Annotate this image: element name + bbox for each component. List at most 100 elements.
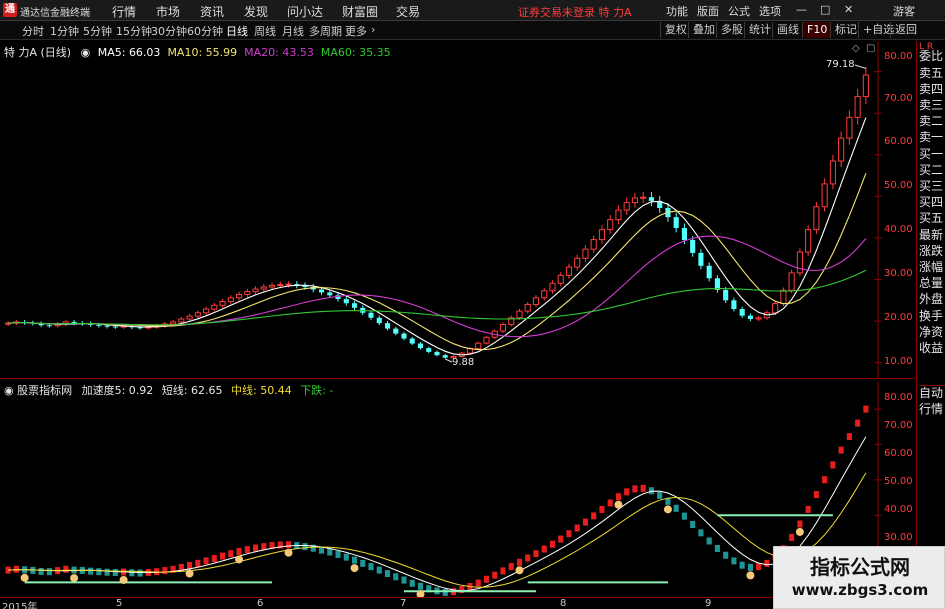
app-logo-icon: 通 [3,3,17,17]
sidebar-item-bid-ratio[interactable]: 委比 [919,49,945,64]
tab-60min[interactable]: 60分钟 [187,23,223,39]
candle-body-down [368,312,374,318]
candle-body-down [739,309,745,316]
indicator-bar-up [764,559,770,567]
menu-discover[interactable]: 发现 [244,3,268,20]
sidebar-item-bid2[interactable]: 买二 [919,163,945,178]
menu-market[interactable]: 市场 [156,3,180,20]
tab-weekly[interactable]: 周线 [254,23,276,39]
candle-body-up [615,209,622,221]
tab-more[interactable]: 更多 [345,23,367,39]
candle-body-up [170,321,177,325]
indicator-bar-up [822,476,828,484]
sidebar-item-earnings[interactable]: 收益 [919,341,945,356]
sidebar-item-ask3[interactable]: 卖三 [919,98,945,113]
tab-1min[interactable]: 1分钟 [50,23,79,39]
overlay-button[interactable]: 叠加 [688,22,719,38]
sidebar-item-volume[interactable]: 总量 [919,276,945,291]
menu-ask[interactable]: 问小达 [287,3,323,20]
indicator-bar-down [327,548,333,556]
menu-quotes[interactable]: 行情 [112,3,136,20]
sidebar-item-last[interactable]: 最新 [919,228,945,243]
candle-body-down [417,343,424,349]
indicator-bar-down [88,567,94,575]
indicator-bar-down [739,561,745,569]
menu-wealth[interactable]: 财富圈 [342,3,378,20]
menu-guest[interactable]: 游客 [893,3,915,19]
settings-dot-icon[interactable]: ◉ [81,46,91,59]
candle-body-up [236,293,243,299]
sidebar-item-ask4[interactable]: 卖四 [919,82,945,97]
sidebar-item-outer[interactable]: 外盘 [919,292,945,307]
tab-multi-period[interactable]: 多周期 [309,23,342,39]
tab-daily[interactable]: 日线 [226,23,248,39]
candle-body-down [96,324,102,326]
indicator-bar-down [343,553,349,561]
mid-line [8,472,867,588]
sidebar-item-ask2[interactable]: 卖二 [919,114,945,129]
indicator-bar-up [640,484,646,492]
indicator-bar-up [244,546,250,554]
indicator-bar-down [376,566,382,574]
sidebar-item-change[interactable]: 涨跌 [919,244,945,259]
buy-signal-icon [350,564,359,573]
sidebar-item-bid3[interactable]: 买三 [919,179,945,194]
menu-trade[interactable]: 交易 [396,3,420,20]
sidebar-item-ask1[interactable]: 卖一 [919,130,945,145]
sidebar-item-bid5[interactable]: 买五 [919,211,945,226]
square-icon[interactable]: ▢ [866,43,875,54]
chevron-right-icon[interactable]: › [371,23,375,36]
mark-button[interactable]: 标记 [830,22,861,38]
indicator-bar-down [731,557,737,565]
menu-function[interactable]: 功能 [666,3,688,19]
tab-15min[interactable]: 15分钟 [116,23,152,39]
price-chart-panel[interactable]: 特 力A (日线) ◉ MA5: 66.03 MA10: 55.99 MA20:… [0,41,915,379]
sidebar-item-quote[interactable]: 行情 [919,402,945,417]
ind-tick-70: 70.00 [884,420,913,431]
high-arrow [854,64,867,69]
tab-timeshare[interactable]: 分时 [22,23,44,39]
menu-bar: 通 通达信金融终端 行情 市场 资讯 发现 问小达 财富圈 交易 证券交易未登录… [0,0,945,21]
tab-5min[interactable]: 5分钟 [83,23,112,39]
indicator-bar-up [632,485,638,493]
buy-signal-icon [515,566,524,575]
sidebar-item-bid1[interactable]: 买一 [919,147,945,162]
period-toolbar: 分时 1分钟 5分钟 15分钟 30分钟 60分钟 日线 周线 月线 多周期 更… [0,21,945,40]
sidebar-item-net-assets[interactable]: 净资 [919,325,945,340]
sidebar-item-turnover[interactable]: 换手 [919,309,945,324]
sidebar-item-ask5[interactable]: 卖五 [919,66,945,81]
diamond-icon[interactable]: ◇ [852,43,860,54]
ma5-line [8,117,867,356]
multi-stock-button[interactable]: 多股 [716,22,747,38]
candle-body-down [731,300,737,310]
ma10-label: MA10: 55.99 [167,46,238,59]
indicator-mid: 中线: 50.44 [231,384,292,397]
menu-options[interactable]: 选项 [759,3,781,19]
indicator-bar-down [657,491,663,499]
back-button[interactable]: 返回 [890,22,921,38]
candle-body-up [524,303,531,312]
candle-body-down [690,240,696,253]
menu-formula[interactable]: 公式 [728,3,750,19]
maximize-icon[interactable]: □ [820,3,830,16]
sidebar-item-bid4[interactable]: 买四 [919,195,945,210]
sidebar-item-change-pct[interactable]: 涨幅 [919,260,945,275]
f10-button[interactable]: F10 [802,22,832,38]
menu-layout[interactable]: 版面 [697,3,719,19]
minimize-icon[interactable]: — [796,3,807,16]
tab-monthly[interactable]: 月线 [282,23,304,39]
draw-line-button[interactable]: 画线 [772,22,803,38]
price-chart-svg[interactable] [0,41,915,379]
settings-dot-icon[interactable]: ◉ [4,384,14,397]
restore-rights-button[interactable]: 复权 [660,22,691,38]
close-icon[interactable]: ✕ [844,3,853,16]
candle-body-up [483,336,490,344]
sidebar-item-auto[interactable]: 自动 [919,385,945,401]
indicator-bar-up [624,488,630,496]
stats-button[interactable]: 统计 [744,22,775,38]
candle-body-up [565,266,573,276]
candle-body-up [252,288,259,293]
login-warning[interactable]: 证券交易未登录 特 力A [518,4,632,20]
tab-30min[interactable]: 30分钟 [151,23,187,39]
menu-news[interactable]: 资讯 [200,3,224,20]
